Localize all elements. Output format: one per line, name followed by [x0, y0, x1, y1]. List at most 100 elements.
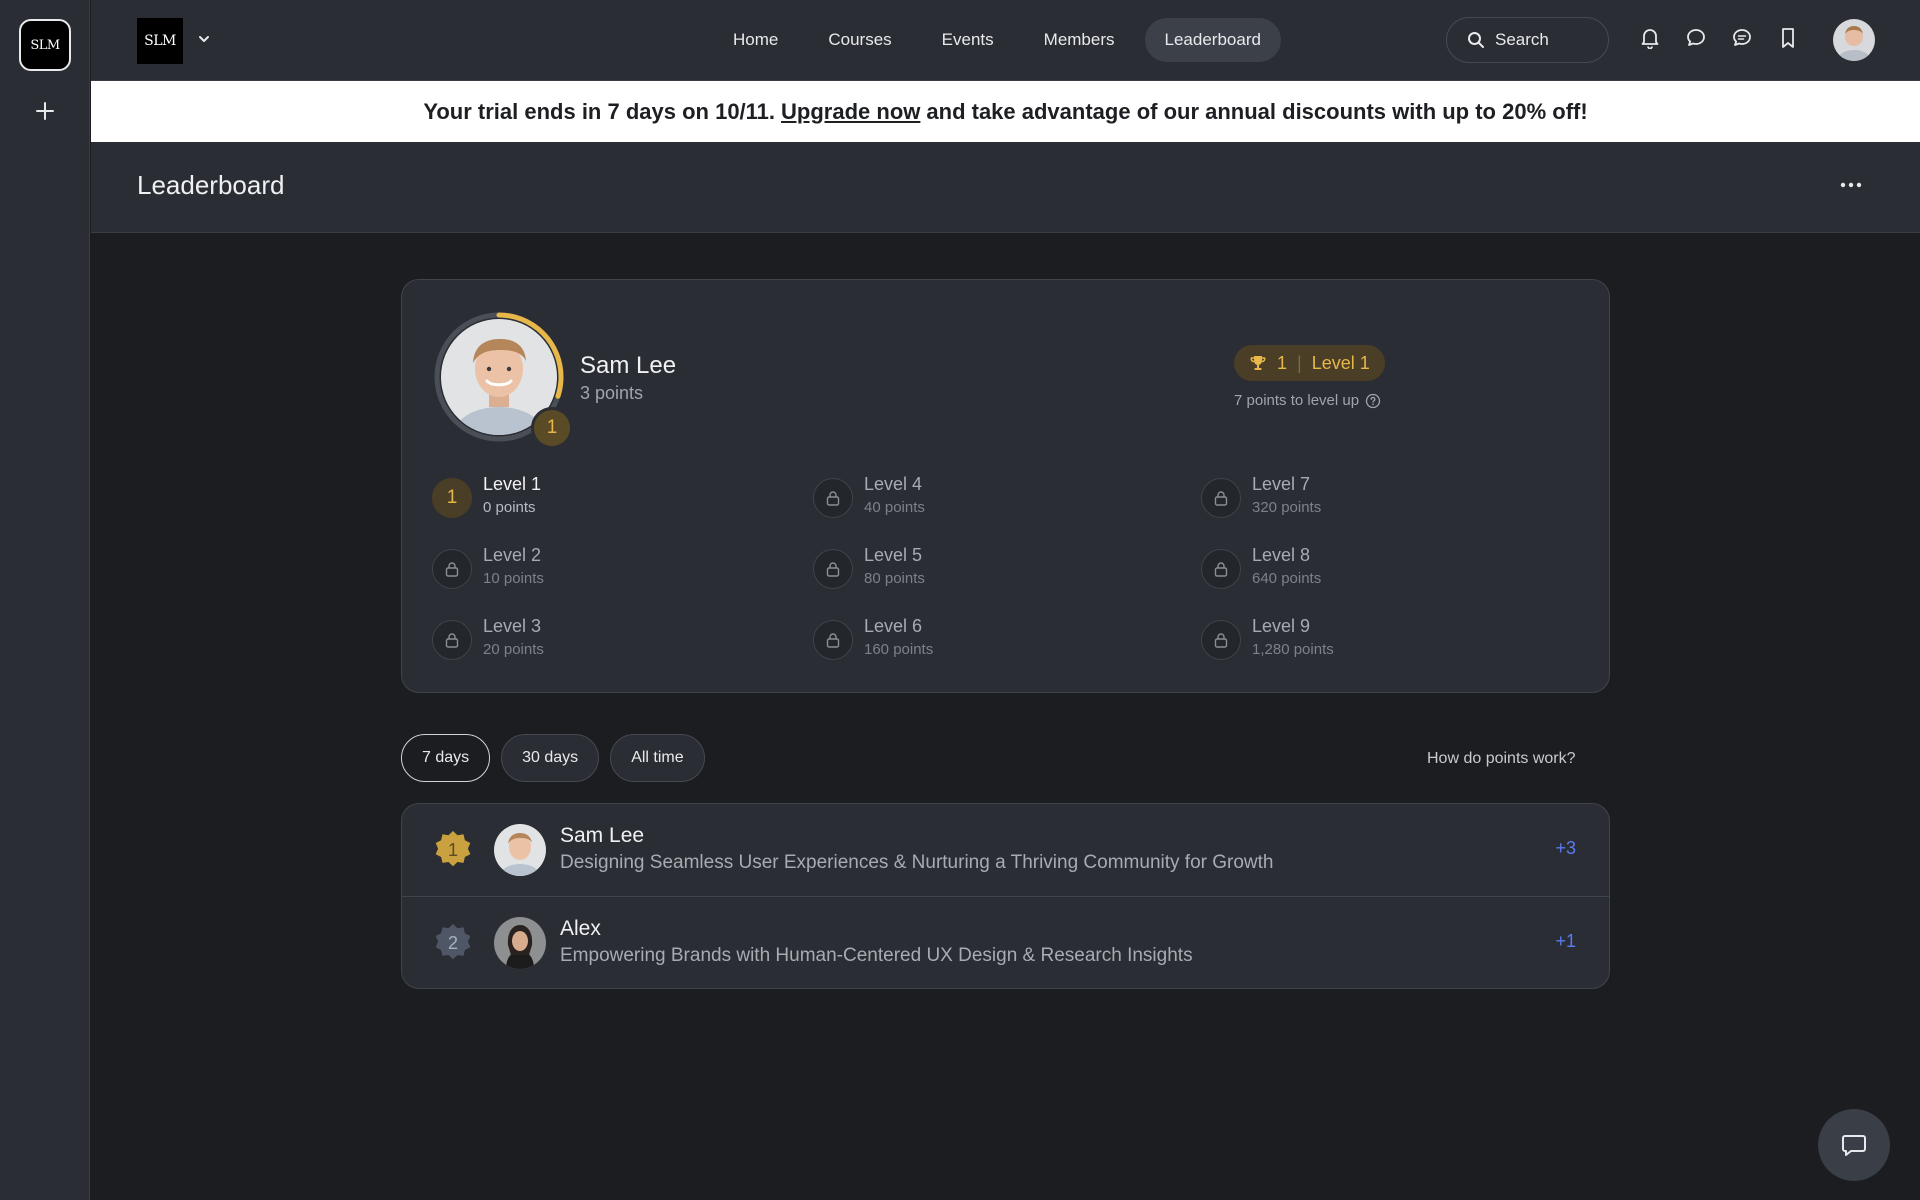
profile-name: Sam Lee: [580, 352, 677, 379]
level-name: Level 9: [1252, 616, 1311, 636]
main-nav: Home Courses Events Members Leaderboard: [713, 18, 1281, 62]
level-name: Level 2: [483, 545, 542, 565]
level-badge: 1: [432, 478, 472, 518]
trophy-icon: [1250, 356, 1266, 370]
level-points: 1,280 points: [1252, 641, 1334, 658]
community-logo: SLM: [23, 23, 67, 67]
silver-rank-badge: 2: [432, 922, 474, 964]
level-item: Level 9 1,280 points: [1201, 616, 1521, 664]
chat-icon[interactable]: [1818, 1109, 1890, 1181]
lock-icon: [1201, 549, 1241, 589]
banner-text-before: Your trial ends in 7 days on 10/11.: [423, 98, 776, 124]
level-up-hint: 7 points to level up: [1234, 392, 1381, 409]
member-headline: Empowering Brands with Human-Centered UX…: [560, 945, 1193, 966]
level-item: 1 Level 1 0 points: [432, 474, 752, 522]
lock-icon: [432, 549, 472, 589]
pill-rank: 1: [1277, 352, 1288, 373]
level-points: 160 points: [864, 641, 934, 658]
level-name: Level 7: [1252, 474, 1311, 494]
nav-members[interactable]: Members: [1024, 18, 1135, 62]
more-horizontal-icon[interactable]: [1839, 178, 1863, 190]
level-pill: 1 | Level 1: [1234, 345, 1385, 381]
level-name: Level 3: [483, 616, 542, 636]
nav-courses[interactable]: Courses: [808, 18, 911, 62]
level-item: Level 5 80 points: [813, 545, 1133, 593]
member-headline: Designing Seamless User Experiences & Nu…: [560, 852, 1274, 873]
profile-avatar-wrap: 1: [433, 311, 573, 449]
pill-divider: |: [1297, 352, 1302, 373]
search-button[interactable]: Search: [1446, 17, 1609, 63]
row-rank: 1: [447, 839, 458, 860]
chat-bubble-icon[interactable]: [1685, 26, 1707, 50]
filter-all-time[interactable]: All time: [610, 734, 705, 782]
bell-icon[interactable]: [1639, 26, 1661, 50]
how-points-work-link[interactable]: How do points work?: [1427, 750, 1576, 768]
level-item: Level 7 320 points: [1201, 474, 1521, 522]
leaderboard-row[interactable]: 1 Sam Lee Designing Seamless User Experi…: [402, 804, 1609, 896]
leaderboard-list: 1 Sam Lee Designing Seamless User Experi…: [401, 803, 1610, 989]
plus-icon[interactable]: [30, 96, 60, 126]
search-label: Search: [1495, 30, 1549, 49]
community-logo-button[interactable]: SLM: [19, 19, 71, 71]
member-avatar[interactable]: [494, 917, 546, 969]
level-item: Level 2 10 points: [432, 545, 752, 593]
level-item: Level 4 40 points: [813, 474, 1133, 522]
left-rail: SLM: [0, 0, 90, 1200]
level-points: 40 points: [864, 499, 925, 516]
lock-icon: [813, 620, 853, 660]
upgrade-link[interactable]: Upgrade now: [781, 99, 920, 125]
user-avatar[interactable]: [1833, 19, 1875, 61]
page-title: Leaderboard: [137, 170, 285, 200]
profile-points: 3 points: [580, 383, 644, 403]
level-points: 20 points: [483, 641, 544, 658]
leaderboard-row[interactable]: 2 Alex Empowering Brands with Human-Cent…: [402, 896, 1609, 988]
level-name: Level 5: [864, 545, 923, 565]
filter-7-days[interactable]: 7 days: [401, 734, 491, 782]
trial-banner: Your trial ends in 7 days on 10/11. Upgr…: [91, 81, 1920, 142]
level-points: 10 points: [483, 570, 544, 587]
levels-grid: 1 Level 1 0 points Level 2 10 points Lev…: [432, 474, 1582, 674]
level-item: Level 8 640 points: [1201, 545, 1521, 593]
search-icon: [1468, 32, 1484, 48]
lock-icon: [1201, 620, 1241, 660]
filter-30-days[interactable]: 30 days: [501, 734, 600, 782]
chat-dots-icon[interactable]: [1731, 26, 1753, 50]
gold-rank-badge: 1: [432, 829, 474, 871]
points-delta: +1: [1555, 931, 1576, 951]
level-points: 0 points: [483, 499, 536, 516]
banner-text-after: and take advantage of our annual discoun…: [926, 98, 1588, 124]
profile-level-card: 1 Sam Lee 3 points 1 | Level 1 7 points …: [401, 279, 1610, 693]
lock-icon: [813, 549, 853, 589]
level-points: 80 points: [864, 570, 925, 587]
rank-badge: 1: [531, 407, 573, 449]
period-filters: 7 days 30 days All time: [401, 734, 705, 782]
top-bar: SLM Home Courses Events Members Leaderbo…: [91, 0, 1920, 81]
level-points: 320 points: [1252, 499, 1322, 516]
level-name: Level 4: [864, 474, 923, 494]
member-name[interactable]: Alex: [560, 917, 601, 941]
nav-events[interactable]: Events: [922, 18, 1014, 62]
level-points: 640 points: [1252, 570, 1322, 587]
member-name[interactable]: Sam Lee: [560, 824, 644, 848]
nav-home[interactable]: Home: [713, 18, 798, 62]
member-avatar[interactable]: [494, 824, 546, 876]
level-item: Level 6 160 points: [813, 616, 1133, 664]
row-rank: 2: [447, 932, 458, 953]
level-name: Level 8: [1252, 545, 1311, 565]
brand-logo[interactable]: SLM: [137, 18, 183, 64]
level-name: Level 1: [483, 474, 542, 494]
bookmark-icon[interactable]: [1777, 26, 1799, 50]
level-name: Level 6: [864, 616, 923, 636]
lock-icon: [432, 620, 472, 660]
page-header: Leaderboard: [91, 142, 1920, 233]
top-icons: [1639, 26, 1799, 50]
chevron-down-icon[interactable]: [195, 30, 213, 48]
level-item: Level 3 20 points: [432, 616, 752, 664]
lock-icon: [813, 478, 853, 518]
lock-icon: [1201, 478, 1241, 518]
points-delta: +3: [1555, 838, 1576, 858]
level-up-text: 7 points to level up: [1234, 392, 1360, 409]
pill-level: Level 1: [1311, 352, 1370, 373]
nav-leaderboard[interactable]: Leaderboard: [1144, 18, 1281, 62]
question-circle-icon[interactable]: [1365, 393, 1381, 409]
